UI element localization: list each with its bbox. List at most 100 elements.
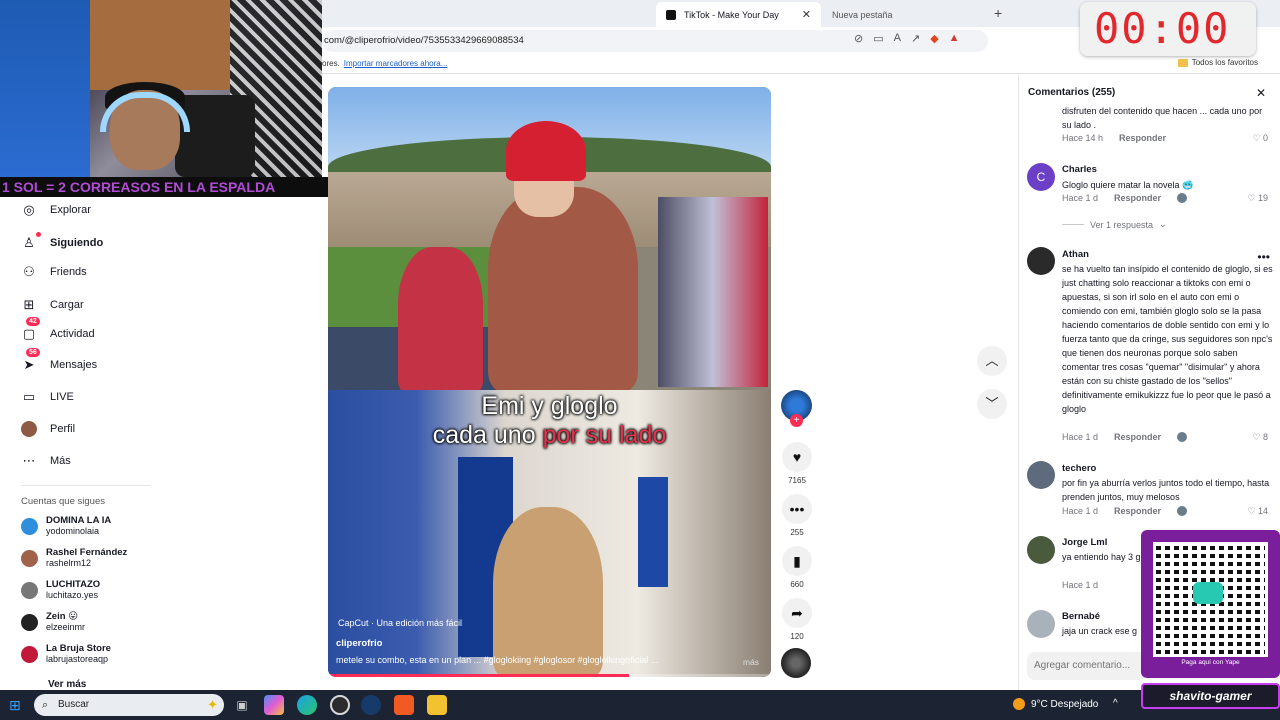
nav-label: Perfil [50,423,76,435]
avatar[interactable]: C [1027,163,1055,191]
stream-banner: 1 SOL = 2 CORREASOS EN LA ESPALDA [0,177,333,197]
nav-mas[interactable]: ⋯ Más [20,452,71,470]
next-video-button[interactable]: ﹀ [977,389,1007,419]
creator-liked-avatar [1177,506,1188,516]
account-name: Zein 😛 [46,611,79,622]
nav-mensajes[interactable]: ➤ 56 Mensajes [20,348,97,374]
video-author[interactable]: cliperofrio [336,638,382,649]
weather-widget[interactable]: 9°C Despejado [1013,698,1098,710]
taskbar: ⊞ ⌕ Buscar ✦ ▣ 9°C Despejado ^ [0,690,1280,720]
tab-tiktok[interactable]: TikTok - Make Your Day ✕ [656,2,821,27]
new-tab-icon[interactable]: + [994,5,1002,21]
comment-icon: ••• [782,494,812,524]
obs-icon[interactable] [330,695,350,715]
avatar[interactable] [1027,461,1055,489]
nav-explorar[interactable]: ◎ Explorar [20,201,91,219]
see-more-link[interactable]: Ver más [48,679,86,690]
taskbar-search[interactable]: ⌕ Buscar ✦ [34,694,224,716]
close-tab-icon[interactable]: ✕ [802,8,811,21]
comment-like[interactable]: ♡ 14 [1247,506,1268,517]
screen-icon[interactable]: ▭ [873,32,883,45]
edge-icon[interactable] [297,695,317,715]
app-icon[interactable] [427,695,447,715]
follow-plus-icon[interactable]: + [790,414,803,427]
translate-icon[interactable]: A [894,32,901,45]
comment-author[interactable]: techero [1062,463,1096,474]
video-progress[interactable] [328,674,771,677]
caption-highlight: por su lado [542,421,667,449]
account-item[interactable]: LUCHITAZO luchitazo.yes [21,579,100,601]
chevron-up-icon: ︿ [985,353,999,368]
avatar[interactable] [1027,536,1055,564]
account-item[interactable]: La Bruja Store labrujastoreaqp [21,643,111,665]
avatar[interactable] [1027,610,1055,638]
avatar[interactable] [1027,247,1055,275]
nav-live[interactable]: ▭ LIVE [20,388,74,406]
windows-start-icon[interactable]: ⊞ [9,698,23,712]
address-bar-icons: ⊘ ▭ A ↗ ◆ ▲ [854,32,960,45]
avatar [21,645,38,663]
tab-new[interactable]: Nueva pestaña [822,2,982,27]
activity-icon: ▢ 42 [20,317,40,343]
comment-button[interactable]: ••• 255 [781,494,813,537]
creator-liked-avatar [1177,193,1188,203]
nav-actividad[interactable]: ▢ 42 Actividad [20,317,95,343]
video-player[interactable]: Emi y gloglo cada uno por su lado CapCut… [328,87,771,677]
brave-icon[interactable] [394,695,414,715]
comment-meta: Hace 1 d Responder [1062,432,1188,442]
chevron-down-icon: ⌄ [1159,219,1167,229]
share-icon[interactable]: ↗ [911,32,920,45]
nav-perfil[interactable]: Perfil [20,420,75,438]
previous-video-button[interactable]: ︿ [977,346,1007,376]
copilot-icon[interactable] [264,695,284,715]
view-replies-button[interactable]: Ver 1 respuesta ⌄ [1062,219,1167,230]
no-sound-icon[interactable]: ⊘ [854,32,863,45]
comment-author[interactable]: Bernabé [1062,611,1100,622]
shield-icon[interactable]: ◆ [930,32,938,45]
share-button[interactable]: ➦ 120 [781,598,813,641]
tray-chevron-icon[interactable]: ^ [1113,698,1118,709]
qr-subtitle: Paga aquí con Yape [1181,659,1240,666]
music-disc-icon[interactable] [781,648,811,678]
account-item[interactable]: Zein 😛 elzeeinmr [21,611,85,633]
reply-button[interactable]: Responder [1114,432,1161,442]
creator-avatar[interactable]: + [781,390,812,427]
nav-label: Friends [50,266,87,278]
import-bookmarks-link[interactable]: Importar marcadores ahora... [344,59,448,68]
nav-siguiendo[interactable]: ♙ Siguiendo [20,232,103,252]
steam-icon[interactable] [361,695,381,715]
reply-button[interactable]: Responder [1114,193,1161,203]
caption-line-2a: cada uno [432,421,543,449]
comment-like[interactable]: ♡ 19 [1247,193,1268,204]
comment-input[interactable] [1027,652,1147,680]
task-view-icon[interactable]: ▣ [232,695,252,715]
live-icon: ▭ [22,389,36,404]
comment-author[interactable]: Jorge Lml [1062,537,1107,548]
comment-like[interactable]: ♡ 0 [1252,133,1268,144]
all-bookmarks[interactable]: Todos los favoritos [1177,58,1258,67]
account-item[interactable]: DOMINA LA IA yodominolaia [21,515,111,537]
capcut-label[interactable]: CapCut · Una edición más fácil [338,618,462,628]
nav-label: LIVE [50,391,74,403]
save-button[interactable]: ▮ 660 [781,546,813,589]
nav-cargar[interactable]: ⊞ Cargar [20,296,84,314]
account-name: LUCHITAZO [46,579,101,590]
comment-like-count: 19 [1257,193,1268,203]
comment-count: 255 [790,528,804,537]
comment-meta: Hace 1 d [1062,580,1098,590]
description-more[interactable]: más [743,657,759,667]
comment-author[interactable]: Charles [1062,164,1097,175]
reply-button[interactable]: Responder [1119,133,1166,143]
view-replies-label: Ver 1 respuesta [1090,219,1154,230]
video-progress-fill [328,674,630,677]
comment-time: Hace 14 h [1062,133,1104,143]
account-item[interactable]: Rashel Fernández rashelrm12 [21,547,127,569]
avatar-initial: C [1036,170,1046,184]
comment-author[interactable]: Athan [1062,249,1089,260]
close-icon[interactable]: ✕ [1256,86,1266,100]
rewards-icon[interactable]: ▲ [949,32,960,45]
comment-like[interactable]: ♡ 8 [1252,432,1268,443]
like-button[interactable]: ♥ 7165 [781,442,813,485]
reply-button[interactable]: Responder [1114,506,1161,516]
nav-friends[interactable]: ⚇ Friends [20,263,87,281]
